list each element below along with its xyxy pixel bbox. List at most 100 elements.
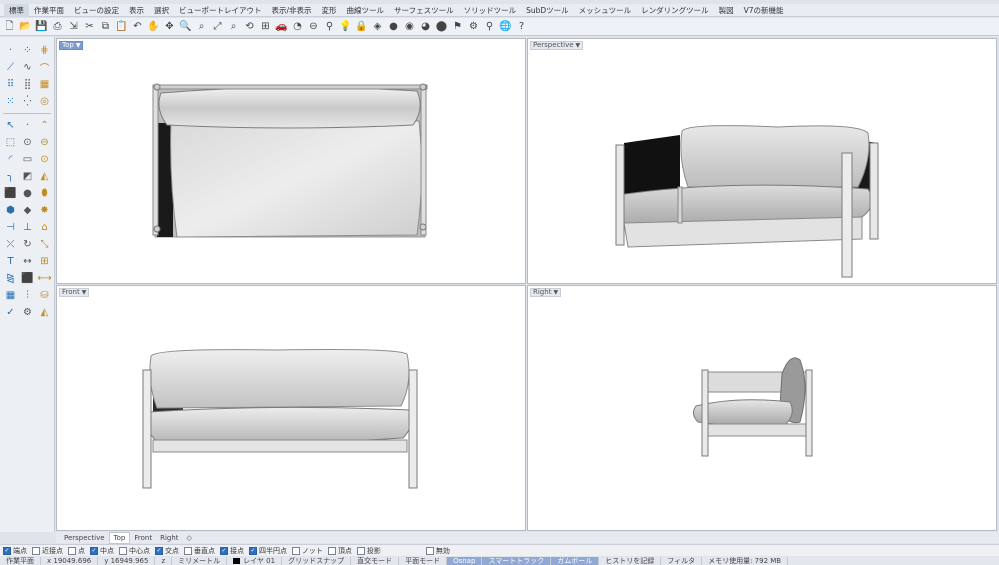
rotate-icon[interactable]: ↻: [19, 236, 36, 253]
trim-icon[interactable]: ⊣: [2, 219, 19, 236]
grid-points-icon[interactable]: ⋕: [36, 42, 53, 59]
osnap-option[interactable]: 無効: [425, 546, 450, 556]
menu-item[interactable]: レンダリングツール: [636, 4, 714, 17]
viewport-menu-arrow-icon[interactable]: ▼: [82, 288, 87, 297]
dot-icon[interactable]: ·: [19, 117, 36, 134]
new-file-icon[interactable]: 🗋: [3, 20, 16, 33]
dimension-icon[interactable]: ↔: [19, 253, 36, 270]
menu-item[interactable]: 表示: [124, 4, 149, 17]
help-icon[interactable]: ?: [515, 20, 528, 33]
rectangle-icon[interactable]: ▭: [19, 151, 36, 168]
status-layer[interactable]: レイヤ 01: [227, 557, 283, 565]
zoom-icon[interactable]: 🔍: [179, 20, 192, 33]
osnap-checkbox[interactable]: [327, 546, 336, 555]
osnap-checkbox[interactable]: [32, 546, 40, 555]
viewport-label-perspective[interactable]: Perspective ▼: [530, 41, 584, 50]
osnap-checkbox[interactable]: [425, 546, 434, 555]
paste-icon[interactable]: 📋: [115, 20, 128, 33]
viewport-tab[interactable]: ◇: [183, 533, 196, 543]
open-file-icon[interactable]: 📂: [19, 20, 32, 33]
viewport-menu-arrow-icon[interactable]: ▼: [576, 41, 581, 50]
cut-icon[interactable]: ✂: [83, 20, 96, 33]
menu-item[interactable]: 曲線ツール: [342, 4, 390, 17]
gear-tools-icon[interactable]: ⚙: [19, 304, 36, 321]
extrude-icon[interactable]: ⬢: [2, 202, 19, 219]
array-icon[interactable]: ⊞: [36, 253, 53, 270]
menu-item[interactable]: ビューポートレイアウト: [174, 4, 267, 17]
osnap-option[interactable]: 点: [68, 546, 85, 556]
menu-item[interactable]: SubDツール: [521, 4, 574, 17]
scale-icon[interactable]: ⤡: [36, 236, 53, 253]
sphere-solid-icon[interactable]: ●: [19, 185, 36, 202]
flag-icon[interactable]: ⚑: [451, 20, 464, 33]
arc-icon[interactable]: ◜: [2, 151, 19, 168]
select-arrow-icon[interactable]: ↖: [2, 117, 19, 134]
print-icon[interactable]: ⎙: [51, 20, 64, 33]
status-ortho[interactable]: 直交モード: [351, 557, 400, 565]
undo-icon[interactable]: ↶: [131, 20, 144, 33]
menu-item[interactable]: ソリッドツール: [459, 4, 522, 17]
menu-item[interactable]: 製図: [714, 4, 739, 17]
orient-icon[interactable]: ⟷: [36, 270, 53, 287]
box-icon[interactable]: ⬛: [2, 185, 19, 202]
light-icon[interactable]: 💡: [339, 20, 352, 33]
fillet-icon[interactable]: ╮: [2, 168, 19, 185]
osnap-option[interactable]: 中心点: [119, 546, 150, 556]
scatter2-icon[interactable]: ⁛: [19, 93, 36, 110]
menu-item[interactable]: 作業平面: [29, 4, 69, 17]
check-icon[interactable]: ✓: [2, 304, 19, 321]
control-points-icon[interactable]: ⠿: [2, 76, 19, 93]
grasshopper-icon[interactable]: ⚙: [467, 20, 480, 33]
viewport-menu-arrow-icon[interactable]: ▼: [76, 41, 81, 50]
status-units[interactable]: ミリメートル: [172, 557, 228, 565]
osnap-option[interactable]: ✓ 中点: [90, 546, 114, 556]
status-filter[interactable]: フィルタ: [661, 557, 703, 565]
dense-grid-icon[interactable]: ⣿: [19, 76, 36, 93]
osnap-checkbox[interactable]: [356, 546, 365, 555]
select-icon[interactable]: ⚲: [323, 20, 336, 33]
text-icon[interactable]: T: [2, 253, 19, 270]
join-icon[interactable]: ⌂: [36, 219, 53, 236]
viewport-tab[interactable]: Top: [108, 531, 131, 544]
menu-item[interactable]: V7の新機能: [739, 4, 789, 17]
status-osnap[interactable]: Osnap: [447, 557, 483, 565]
analyze-icon[interactable]: ⫶: [19, 287, 36, 304]
boolean-icon[interactable]: ◆: [19, 202, 36, 219]
osnap-checkbox[interactable]: [68, 546, 76, 555]
osnap-option[interactable]: 垂直点: [184, 546, 215, 556]
pan-icon[interactable]: ✋: [147, 20, 160, 33]
status-cplane[interactable]: 作業平面: [0, 557, 41, 565]
osnap-checkbox[interactable]: ✓: [3, 546, 11, 555]
render-icon[interactable]: ◕: [419, 20, 432, 33]
four-view-icon[interactable]: ⊞: [259, 20, 272, 33]
save-icon[interactable]: 💾: [35, 20, 48, 33]
viewport-label-right[interactable]: Right ▼: [530, 288, 562, 297]
viewport-label-front[interactable]: Front ▼: [59, 288, 90, 297]
status-grid-snap[interactable]: グリッドスナップ: [282, 557, 352, 565]
car-icon[interactable]: 🚗: [275, 20, 288, 33]
osnap-checkbox[interactable]: ✓: [249, 546, 257, 555]
named-view-icon[interactable]: ⊖: [307, 20, 320, 33]
osnap-option[interactable]: ✓ 交点: [155, 546, 179, 556]
osnap-option[interactable]: ✓ 端点: [3, 546, 27, 556]
globe-icon[interactable]: 🌐: [499, 20, 512, 33]
menu-item[interactable]: 表示/非表示: [267, 4, 317, 17]
status-smarttrack[interactable]: スマートトラック: [482, 557, 552, 565]
viewport-perspective[interactable]: Perspective ▼: [527, 38, 997, 284]
osnap-option[interactable]: ノット: [292, 546, 323, 556]
menu-item[interactable]: 変形: [317, 4, 342, 17]
material-icon[interactable]: ◉: [403, 20, 416, 33]
interp-curve-icon[interactable]: ⌒: [36, 59, 53, 76]
osnap-option[interactable]: ✓ 四半円点: [249, 546, 287, 556]
status-history[interactable]: ヒストリを記録: [599, 557, 662, 565]
layer-icon[interactable]: ◈: [371, 20, 384, 33]
loft-icon[interactable]: ◭: [36, 168, 53, 185]
eye-icon[interactable]: ◎: [36, 93, 53, 110]
osnap-checkbox[interactable]: [184, 546, 192, 555]
viewport-tab[interactable]: Front: [130, 533, 156, 543]
split-icon[interactable]: ⊥: [19, 219, 36, 236]
zoom-extents-icon[interactable]: ⤢: [211, 20, 224, 33]
menu-item[interactable]: ビューの設定: [69, 4, 124, 17]
ellipse-icon[interactable]: ⊖: [36, 134, 53, 151]
mirror-icon[interactable]: ⧎: [2, 270, 19, 287]
